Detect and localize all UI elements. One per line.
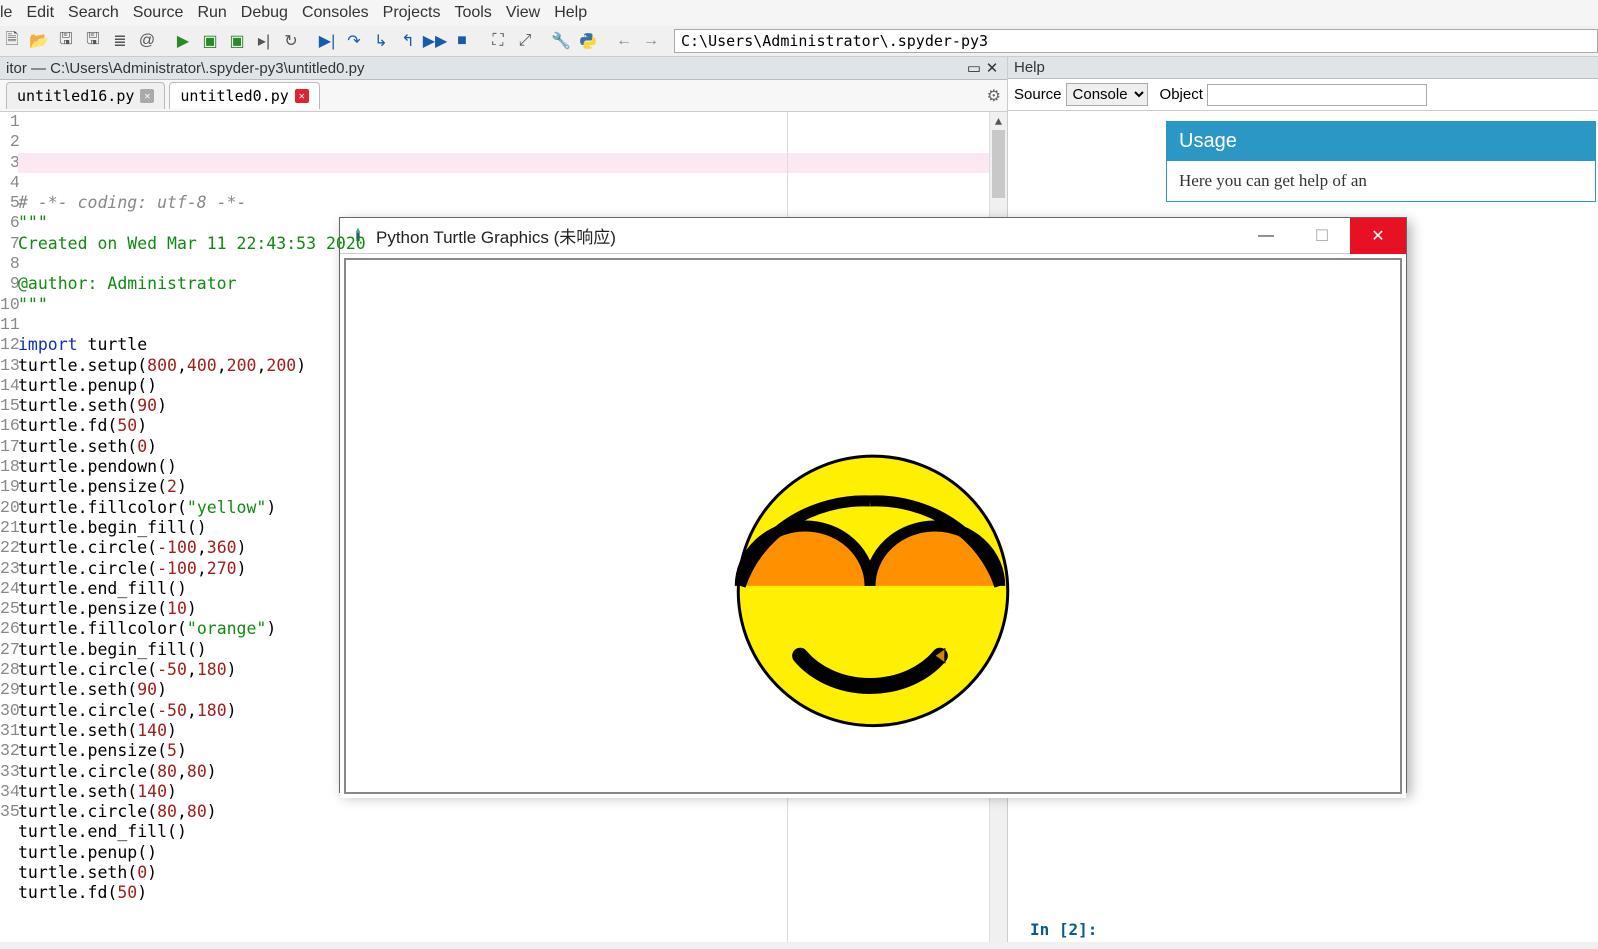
python-path-icon[interactable] [576, 29, 600, 53]
debug-icon[interactable]: ▶| [315, 29, 339, 53]
scroll-up-icon[interactable]: ▲ [990, 112, 1007, 130]
working-dir-input[interactable] [674, 29, 1598, 53]
source-label: Source [1014, 86, 1062, 103]
step-over-icon[interactable]: ↷ [342, 29, 366, 53]
usage-box: Usage Here you can get help of an [1166, 121, 1596, 202]
pane-undock-icon[interactable]: ▭ [965, 59, 983, 77]
usage-heading: Usage [1167, 122, 1595, 161]
step-in-icon[interactable]: ↳ [369, 29, 393, 53]
run-cell-advance-icon[interactable]: ▣ [225, 29, 249, 53]
code-content[interactable]: # -*- coding: utf-8 -*- """ Created on W… [18, 112, 1007, 942]
object-input[interactable] [1207, 84, 1427, 106]
step-out-icon[interactable]: ↰ [396, 29, 420, 53]
ipython-prompt[interactable]: In [2]: [1030, 920, 1097, 939]
scroll-thumb[interactable] [992, 130, 1005, 198]
menu-consoles[interactable]: Consoles [302, 4, 369, 22]
editor-pane: itor — C:\Users\Administrator\.spyder-py… [0, 57, 1008, 942]
menu-file[interactable]: le [0, 4, 12, 22]
help-title: Help [1014, 59, 1045, 76]
stop-debug-icon[interactable]: ■ [450, 29, 474, 53]
saveall-icon[interactable]: 🖫 [81, 29, 105, 53]
tab-close-icon[interactable]: ✕ [295, 89, 309, 103]
current-line-highlight [18, 153, 1007, 173]
minimize-button[interactable]: — [1238, 218, 1294, 254]
at-icon[interactable]: @ [135, 29, 159, 53]
menu-tools[interactable]: Tools [454, 4, 491, 22]
run-cell-icon[interactable]: ▣ [198, 29, 222, 53]
menu-debug[interactable]: Debug [241, 4, 288, 22]
menu-view[interactable]: View [506, 4, 540, 22]
menu-source[interactable]: Source [133, 4, 184, 22]
help-title-bar: Help [1008, 57, 1598, 79]
line-gutter: 1 2 3 4 5 6 7 8 9 10 11 12 13 14 15 16 1… [0, 112, 18, 942]
save-icon[interactable]: 🖫 [54, 29, 78, 53]
code-editor[interactable]: 1 2 3 4 5 6 7 8 9 10 11 12 13 14 15 16 1… [0, 112, 1007, 942]
editor-tabs: untitled16.py ✕ untitled0.py ✕ ⚙ [0, 80, 1007, 112]
menu-edit[interactable]: Edit [26, 4, 54, 22]
run-icon[interactable]: ▶ [171, 29, 195, 53]
forward-icon[interactable]: → [639, 29, 663, 53]
maximize-icon[interactable]: ⛶ [486, 29, 510, 53]
menu-projects[interactable]: Projects [383, 4, 441, 22]
run-selection-icon[interactable]: ▸| [252, 29, 276, 53]
menu-run[interactable]: Run [197, 4, 226, 22]
continue-icon[interactable]: ▶▶ [423, 29, 447, 53]
back-icon[interactable]: ← [612, 29, 636, 53]
pane-close-icon[interactable]: ✕ [983, 59, 1001, 77]
menu-search[interactable]: Search [68, 4, 119, 22]
menu-help[interactable]: Help [554, 4, 587, 22]
tab-label: untitled0.py [180, 87, 288, 105]
editor-title-bar: itor — C:\Users\Administrator\.spyder-py… [0, 57, 1007, 80]
tab-label: untitled16.py [17, 87, 134, 105]
menubar: le Edit Search Source Run Debug Consoles… [0, 0, 1598, 26]
new-file-icon[interactable]: 🗎 [0, 29, 24, 53]
toolbar: 🗎 📂 🖫 🖫 ≣ @ ▶ ▣ ▣ ▸| ↻ ▶| ↷ ↳ ↰ ▶▶ ■ ⛶ ⤢… [0, 26, 1598, 57]
rerun-icon[interactable]: ↻ [279, 29, 303, 53]
fullscreen-icon[interactable]: ⤢ [513, 29, 537, 53]
preferences-icon[interactable]: 🔧 [549, 29, 573, 53]
source-select[interactable]: Console [1066, 83, 1148, 106]
maximize-button[interactable]: ☐ [1294, 218, 1350, 254]
close-button[interactable]: ✕ [1350, 218, 1406, 254]
tab-close-icon[interactable]: ✕ [140, 89, 154, 103]
tab-untitled16[interactable]: untitled16.py ✕ [6, 82, 165, 109]
help-source-row: Source Console Object [1008, 79, 1598, 111]
outline-icon[interactable]: ≣ [108, 29, 132, 53]
usage-text: Here you can get help of an [1167, 161, 1595, 201]
editor-options-icon[interactable]: ⚙ [987, 86, 1001, 106]
open-icon[interactable]: 📂 [27, 29, 51, 53]
object-label: Object [1160, 86, 1203, 103]
tab-untitled0[interactable]: untitled0.py ✕ [169, 82, 319, 109]
editor-title: itor — C:\Users\Administrator\.spyder-py… [6, 60, 364, 77]
